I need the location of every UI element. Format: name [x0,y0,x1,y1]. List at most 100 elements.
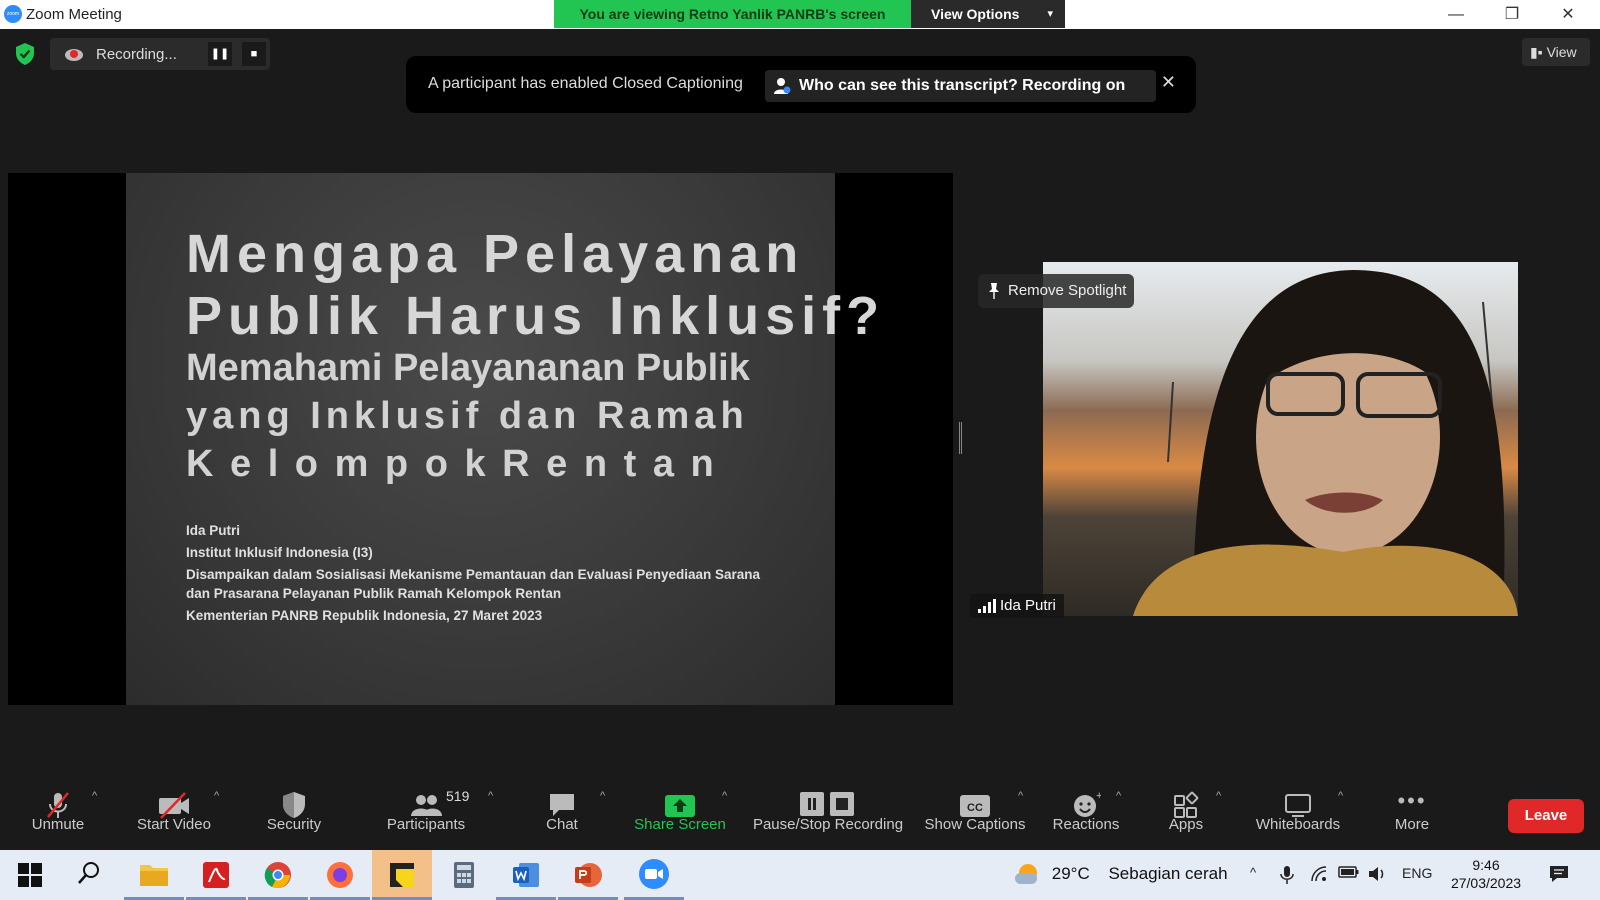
whiteboards-options-caret[interactable]: ^ [1338,790,1343,802]
show-captions-button[interactable]: CC Show Captions [922,786,1028,842]
taskbar-chrome[interactable] [248,850,308,900]
participant-video-tile[interactable]: Remove Spotlight Ida Putri [970,262,1518,618]
more-label: More [1394,816,1430,833]
chat-button[interactable]: Chat [532,786,592,842]
word-icon [513,863,539,887]
more-button[interactable]: ••• More [1386,786,1438,842]
reactions-options-caret[interactable]: ^ [1116,790,1121,802]
closed-captions-icon: CC [922,786,1028,817]
wifi-icon[interactable] [1310,865,1330,883]
closed-caption-banner: A participant has enabled Closed Caption… [406,56,1196,113]
remove-spotlight-label: Remove Spotlight [1008,282,1127,299]
transcript-visibility-label: Who can see this transcript? Recording o… [799,77,1126,94]
signal-strength-icon [978,599,996,613]
slide-presenter: Ida Putri [186,523,241,538]
unmute-button[interactable]: Unmute [22,786,94,842]
weather-sun-cloud-icon [1015,864,1041,886]
slide-venue: Kementerian PANRB Republik Indonesia, 27… [186,608,543,623]
taskbar-file-explorer[interactable] [124,850,184,900]
weather-temperature: 29°C [1051,864,1090,884]
start-video-button[interactable]: Start Video [130,786,218,842]
participant-name-tag: Ida Putri [970,594,1064,618]
taskbar-acrobat[interactable] [186,850,246,900]
cc-glyph: CC [967,802,983,814]
powerpoint-icon [575,863,602,887]
microphone-icon[interactable] [1280,865,1294,885]
share-screen-button[interactable]: Share Screen [634,786,726,842]
slide-subtitle-line2: yang Inklusif dan Ramah [186,395,749,437]
battery-icon[interactable] [1338,865,1360,879]
search-icon [78,862,99,884]
share-options-caret[interactable]: ^ [722,790,727,802]
muted-microphone-icon [22,786,94,818]
zoom-app-icon: zoom [4,5,22,23]
slide-title-line2: Publik Harus Inklusif? [186,286,886,346]
taskbar-zoom[interactable] [624,850,684,900]
participant-silhouette [1133,270,1518,616]
pause-stop-recording-button[interactable]: Pause/Stop Recording [750,786,906,842]
window-title: Zoom Meeting [26,6,122,23]
video-off-icon [130,786,218,819]
slide-institution: Institut Inklusif Indonesia (I3) [186,545,373,560]
captions-options-caret[interactable]: ^ [1018,790,1023,802]
participant-video-feed [1043,262,1518,616]
slide-event-line1: Disampaikan dalam Sosialisasi Mekanisme … [186,567,761,582]
notifications-icon[interactable] [1548,864,1570,884]
speaker-icon[interactable] [1367,865,1387,883]
close-icon[interactable]: ✕ [1161,72,1176,93]
share-screen-label: Share Screen [634,816,726,833]
taskbar-calculator[interactable] [434,850,494,900]
chat-label: Chat [546,816,578,833]
slide-event-line2: dan Prasarana Pelayanan Publik Ramah Kel… [186,586,562,601]
firefox-icon [327,862,353,888]
show-captions-label: Show Captions [924,816,1026,833]
viewing-screen-banner: You are viewing Retno Yanlik PANRB's scr… [554,0,911,28]
taskbar-sticky-notes[interactable] [372,850,432,900]
taskbar-firefox[interactable] [310,850,370,900]
stop-recording-button[interactable]: ■ [242,42,266,66]
encryption-shield-icon[interactable] [14,42,36,66]
view-layout-icon: ▮▪ [1530,44,1543,60]
participants-button[interactable]: 519 Participants [380,786,472,842]
taskbar-powerpoint[interactable] [558,850,618,900]
windows-logo-icon [18,863,42,887]
cloud-recording-icon [65,49,83,61]
chrome-icon [264,862,291,888]
panel-resize-handle[interactable] [959,422,962,454]
chat-bubble-icon [532,786,592,816]
apps-button[interactable]: Apps [1160,786,1212,842]
whiteboards-button[interactable]: Whiteboards [1250,786,1346,842]
close-window-button[interactable]: ✕ [1540,0,1596,29]
pause-recording-button[interactable]: ❚❚ [208,42,232,66]
recording-label: Recording... [96,46,177,63]
zoom-icon [639,859,669,889]
search-button[interactable] [62,850,122,900]
unmute-label: Unmute [31,816,85,833]
clock[interactable]: 9:46 27/03/2023 [1446,856,1526,892]
taskbar-word[interactable] [496,850,556,900]
security-button[interactable]: Security [258,786,330,842]
reactions-button[interactable]: + Reactions [1050,786,1122,842]
view-options-dropdown[interactable]: View Options ▾ [911,0,1065,28]
sticky-notes-icon [390,863,414,887]
leave-meeting-button[interactable]: Leave [1508,799,1584,833]
apps-label: Apps [1168,816,1204,833]
tray-overflow-caret[interactable]: ^ [1250,865,1256,880]
view-layout-button[interactable]: ▮▪ View [1522,38,1590,66]
participants-options-caret[interactable]: ^ [488,790,493,802]
restore-button[interactable]: ❐ [1484,0,1540,29]
transcript-visibility-button[interactable]: Who can see this transcript? Recording o… [765,70,1156,102]
video-options-caret[interactable]: ^ [214,790,219,802]
clock-time: 9:46 [1472,857,1500,873]
chat-options-caret[interactable]: ^ [600,790,605,802]
remove-spotlight-button[interactable]: Remove Spotlight [978,274,1134,308]
apps-options-caret[interactable]: ^ [1216,790,1221,802]
input-language[interactable]: ENG [1402,865,1432,881]
minimize-button[interactable]: — [1428,0,1484,29]
view-label: View [1546,44,1577,60]
audio-options-caret[interactable]: ^ [92,790,97,802]
share-screen-icon [634,786,726,817]
start-button[interactable] [0,850,60,900]
weather-widget[interactable]: 29°C Sebagian cerah [1015,864,1228,886]
pin-icon [989,283,999,299]
